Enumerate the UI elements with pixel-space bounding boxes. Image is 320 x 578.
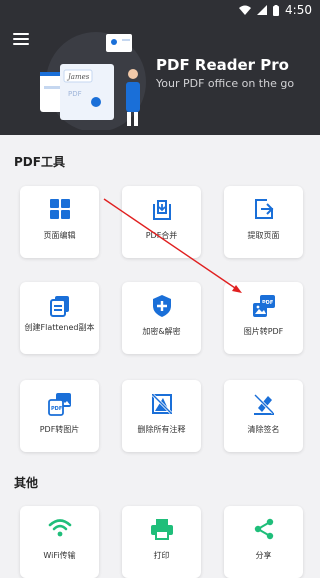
tool-label: 清除签名 <box>247 425 280 434</box>
tool-label: PDF转图片 <box>39 425 80 434</box>
image-to-pdf-icon: PDF <box>252 295 275 317</box>
tool-label: 图片转PDF <box>243 327 284 336</box>
tool-pdf-to-image[interactable]: PDF PDF转图片 <box>20 380 99 452</box>
hamburger-menu-icon[interactable] <box>13 33 29 45</box>
tool-flatten-copy[interactable]: 创建Flattened副本 <box>20 282 99 354</box>
hero-signature: James <box>66 73 90 81</box>
tool-label: WiFi传输 <box>43 551 76 560</box>
tool-label: 提取页面 <box>247 231 280 240</box>
flatten-copy-icon <box>49 296 69 317</box>
tool-wifi-transfer[interactable]: WiFi传输 <box>20 506 99 578</box>
tool-label: 加密&解密 <box>142 327 181 336</box>
tool-share[interactable]: 分享 <box>224 506 303 578</box>
shield-plus-icon <box>152 295 171 317</box>
tool-label: 分享 <box>255 551 272 560</box>
merge-icon <box>152 200 171 220</box>
battery-icon <box>273 4 280 16</box>
app-subtitle: Your PDF office on the go <box>156 77 295 90</box>
tool-print[interactable]: 打印 <box>122 506 201 578</box>
tool-label: PDF合并 <box>145 231 178 240</box>
wifi-icon <box>48 519 71 537</box>
hero-doc-label: PDF <box>68 90 82 98</box>
pdf-badge-text: PDF <box>51 406 62 412</box>
status-bar: 4:50 <box>0 0 320 22</box>
grid-icon <box>49 199 70 219</box>
tool-pdf-merge[interactable]: PDF合并 <box>122 186 201 258</box>
tool-page-edit[interactable]: 页面编辑 <box>20 186 99 258</box>
status-time: 4:50 <box>285 3 312 17</box>
tool-label: 删除所有注释 <box>137 425 186 434</box>
extract-icon <box>254 199 273 219</box>
clear-signature-icon <box>253 393 274 415</box>
wifi-status-icon <box>239 5 252 15</box>
hero-illustration: James PDF <box>40 32 146 130</box>
section-title-pdf-tools: PDF工具 <box>14 155 65 169</box>
tool-label: 创建Flattened副本 <box>24 323 95 332</box>
printer-icon <box>150 519 173 540</box>
pdf-to-image-icon: PDF <box>47 393 71 416</box>
signal-icon <box>257 5 268 15</box>
app-title: PDF Reader Pro <box>156 56 289 74</box>
tool-delete-annotations[interactable]: 删除所有注释 <box>122 380 201 452</box>
tool-extract-pages[interactable]: 提取页面 <box>224 186 303 258</box>
tool-label: 打印 <box>153 551 170 560</box>
share-icon <box>254 518 273 540</box>
tool-image-to-pdf[interactable]: PDF 图片转PDF <box>224 282 303 354</box>
tool-clear-signature[interactable]: 清除签名 <box>224 380 303 452</box>
delete-annotations-icon <box>151 393 172 415</box>
tool-encrypt-decrypt[interactable]: 加密&解密 <box>122 282 201 354</box>
section-title-other: 其他 <box>14 476 39 490</box>
tool-label: 页面编辑 <box>43 231 76 240</box>
